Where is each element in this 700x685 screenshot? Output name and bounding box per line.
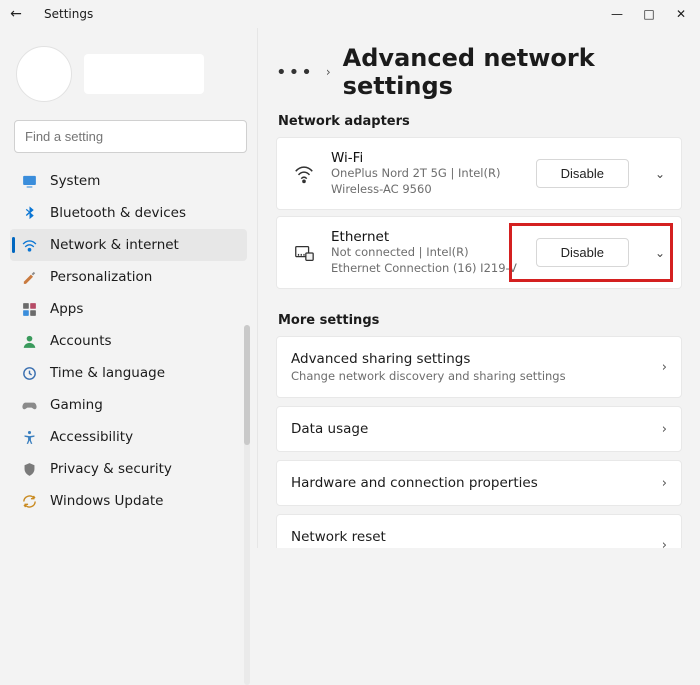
avatar [16,46,72,102]
sidebar-item-label: Accessibility [50,429,133,445]
ethernet-disable-button[interactable]: Disable [536,238,629,267]
window-title: Settings [44,7,93,21]
network-adapters-heading: Network adapters [278,114,682,129]
sidebar-item-bluetooth[interactable]: Bluetooth & devices [10,197,247,229]
sidebar-item-gaming[interactable]: Gaming [10,389,247,421]
adapter-desc: OnePlus Nord 2T 5G | Intel(R) Wireless-A… [331,166,522,197]
more-settings-heading: More settings [278,313,682,328]
more-hardware-properties[interactable]: Hardware and connection properties › [276,460,682,506]
chevron-right-icon: › [662,476,667,491]
network-icon [20,236,38,254]
system-icon [20,172,38,190]
more-item-title: Hardware and connection properties [291,475,538,491]
sidebar-item-privacy[interactable]: Privacy & security [10,453,247,485]
search-input[interactable] [14,120,247,153]
more-item-title: Advanced sharing settings [291,351,566,367]
maximize-button[interactable]: □ [642,7,656,21]
adapter-wifi[interactable]: Wi-Fi OnePlus Nord 2T 5G | Intel(R) Wire… [276,137,682,210]
shield-icon [20,460,38,478]
sidebar-item-system[interactable]: System [10,165,247,197]
sidebar-item-label: Apps [50,301,83,317]
sidebar-item-update[interactable]: Windows Update [10,485,247,517]
sidebar-item-label: Windows Update [50,493,163,509]
more-item-desc: Change network discovery and sharing set… [291,369,566,383]
sidebar-item-time[interactable]: Time & language [10,357,247,389]
breadcrumb: ••• › Advanced network settings [276,44,682,100]
sidebar-item-label: Time & language [50,365,165,381]
more-network-reset[interactable]: Network reset Reset all network adapters… [276,514,682,548]
wifi-icon [291,163,317,185]
gaming-icon [20,396,38,414]
search-box[interactable] [14,120,247,153]
paintbrush-icon [20,268,38,286]
adapter-ethernet[interactable]: Ethernet Not connected | Intel(R) Ethern… [276,216,682,289]
chevron-down-icon[interactable]: ⌄ [643,246,667,260]
sidebar-item-label: Privacy & security [50,461,172,477]
sidebar: System Bluetooth & devices Network & int… [0,28,258,548]
chevron-right-icon: › [662,422,667,437]
title-bar: ← Settings — □ ✕ [0,0,700,28]
sidebar-item-label: Network & internet [50,237,179,253]
more-item-title: Network reset [291,529,554,545]
main-content: ••• › Advanced network settings Network … [258,28,700,548]
sidebar-item-personalization[interactable]: Personalization [10,261,247,293]
sidebar-scroll-thumb[interactable] [244,325,250,445]
sidebar-item-accounts[interactable]: Accounts [10,325,247,357]
sidebar-item-label: Accounts [50,333,112,349]
more-item-title: Data usage [291,421,368,437]
close-button[interactable]: ✕ [674,7,688,21]
sidebar-item-label: Gaming [50,397,103,413]
apps-icon [20,300,38,318]
sidebar-item-label: Personalization [50,269,152,285]
chevron-right-icon: › [662,360,667,375]
sidebar-item-label: Bluetooth & devices [50,205,186,221]
sidebar-item-label: System [50,173,100,189]
breadcrumb-overflow[interactable]: ••• [276,62,314,83]
minimize-button[interactable]: — [610,7,624,21]
adapter-title: Ethernet [331,229,522,245]
accounts-icon [20,332,38,350]
profile-header[interactable] [10,38,251,120]
sidebar-scrollbar[interactable] [244,325,250,685]
chevron-right-icon: › [662,538,667,548]
accessibility-icon [20,428,38,446]
bluetooth-icon [20,204,38,222]
sidebar-item-network[interactable]: Network & internet [10,229,247,261]
wifi-disable-button[interactable]: Disable [536,159,629,188]
more-advanced-sharing[interactable]: Advanced sharing settings Change network… [276,336,682,398]
profile-name [84,54,204,94]
update-icon [20,492,38,510]
more-data-usage[interactable]: Data usage › [276,406,682,452]
ethernet-icon [291,242,317,264]
chevron-right-icon: › [326,65,331,79]
sidebar-item-apps[interactable]: Apps [10,293,247,325]
adapter-title: Wi-Fi [331,150,522,166]
back-button[interactable]: ← [4,6,28,22]
page-title: Advanced network settings [343,44,682,100]
clock-icon [20,364,38,382]
chevron-down-icon[interactable]: ⌄ [643,167,667,181]
sidebar-item-accessibility[interactable]: Accessibility [10,421,247,453]
adapter-desc: Not connected | Intel(R) Ethernet Connec… [331,245,522,276]
